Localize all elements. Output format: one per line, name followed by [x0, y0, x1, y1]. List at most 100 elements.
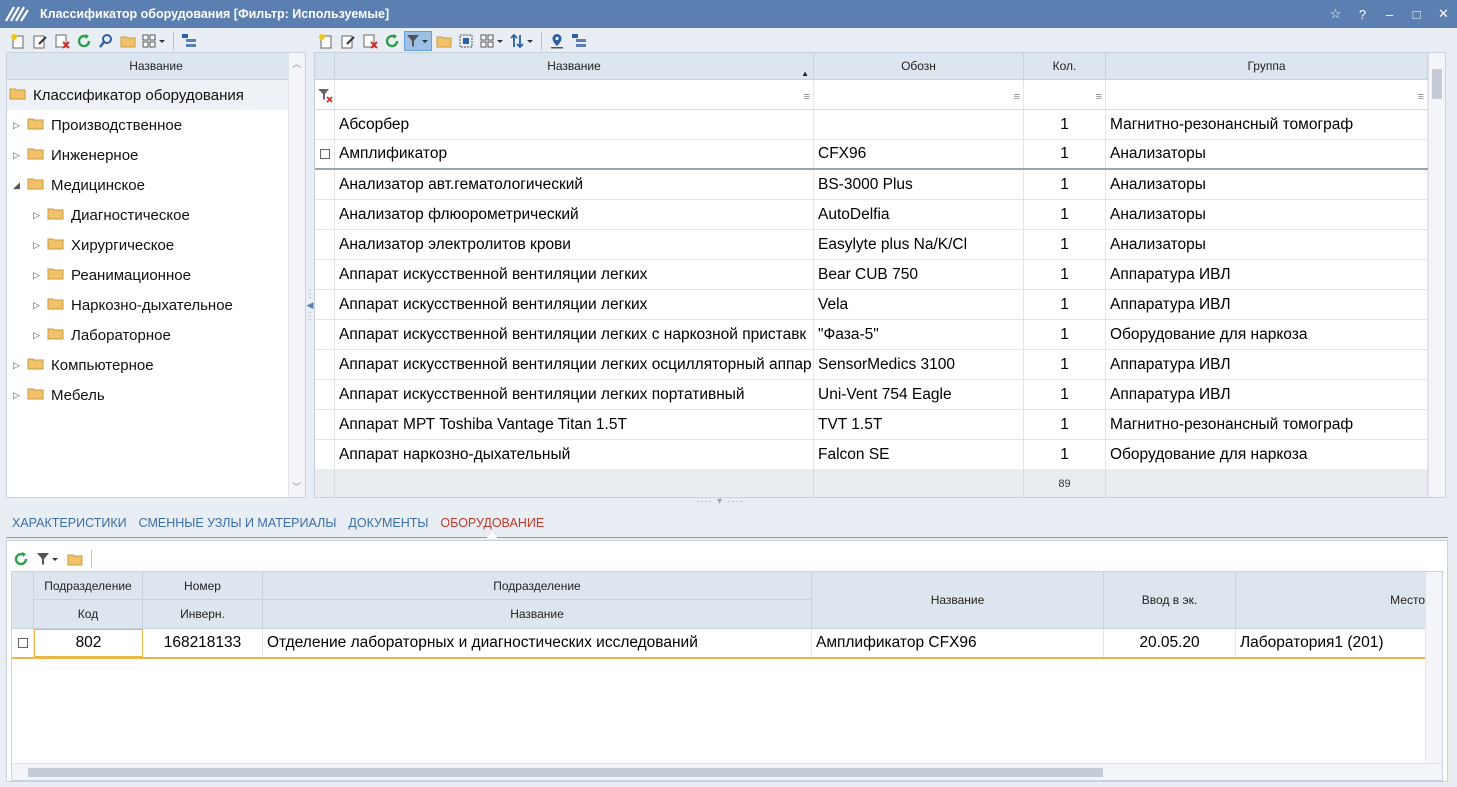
cell-qty[interactable]: 1 [1024, 110, 1106, 139]
tree-item[interactable]: ◢ Медицинское [13, 170, 145, 200]
cell-code[interactable]: CFX96 [814, 140, 1024, 168]
collapse-icon[interactable]: ◢ [13, 180, 27, 191]
table-row[interactable]: Аппарат искусственной вентиляции легких V… [315, 290, 1428, 320]
vertical-splitter[interactable]: ⋮ ◀ ⋮ [305, 52, 315, 498]
table-row[interactable]: Анализатор флюорометрический AutoDelfia 1 А… [315, 200, 1428, 230]
column-header-qty[interactable]: Кол. [1024, 53, 1106, 79]
select-area-icon[interactable] [456, 31, 476, 51]
cell-group[interactable]: Магнитно-резонансный томограф [1106, 410, 1428, 439]
cell-name[interactable]: Аппарат наркозно-дыхательный [335, 440, 814, 469]
row-indicator[interactable] [315, 320, 335, 349]
cell-group[interactable]: Аппаратура ИВЛ [1106, 380, 1428, 409]
tree-item[interactable]: ▷ Мебель [13, 380, 105, 410]
table-row[interactable]: Анализатор электролитов крови Easylyte pl… [315, 230, 1428, 260]
cell-group[interactable]: Оборудование для наркоза [1106, 320, 1428, 349]
cell-qty[interactable]: 1 [1024, 170, 1106, 199]
column-header-department-name[interactable]: Название [263, 600, 812, 629]
cell-name[interactable]: Аппарат искусственной вентиляции легких … [335, 350, 814, 379]
new-icon[interactable] [8, 31, 28, 51]
row-indicator[interactable] [315, 200, 335, 229]
cell-department[interactable]: Отделение лабораторных и диагностических… [263, 629, 812, 657]
filter-code[interactable]: ≡ [814, 80, 1024, 109]
row-indicator[interactable] [315, 440, 335, 469]
cell-code[interactable]: Bear CUB 750 [814, 260, 1024, 289]
close-button[interactable]: ✕ [1430, 0, 1457, 28]
delete-icon[interactable] [52, 31, 72, 51]
cell-qty[interactable]: 1 [1024, 380, 1106, 409]
filter-qty[interactable]: ≡ [1024, 80, 1106, 109]
column-header-name[interactable]: Название ▲ [335, 53, 814, 79]
cell-qty[interactable]: 1 [1024, 350, 1106, 379]
expand-icon[interactable]: ▷ [13, 390, 27, 401]
column-header-number[interactable]: Номер [143, 572, 263, 600]
cell-name[interactable]: Аппарат искусственной вентиляции легких [335, 260, 814, 289]
column-header-department[interactable]: Подразделение [263, 572, 812, 600]
table-row[interactable]: Аппарат искусственной вентиляции легких … [315, 350, 1428, 380]
favorite-button[interactable]: ☆ [1322, 0, 1349, 28]
tree-item[interactable]: ▷ Диагностическое [33, 200, 190, 230]
scroll-thumb[interactable] [1432, 69, 1442, 99]
folder-icon[interactable] [434, 31, 454, 51]
column-header-inventory[interactable]: Инверн. [143, 600, 263, 629]
help-button[interactable]: ? [1349, 0, 1376, 28]
cell-qty[interactable]: 1 [1024, 260, 1106, 289]
row-indicator[interactable] [315, 110, 335, 139]
tree-layout-icon[interactable] [179, 31, 199, 51]
cell-name[interactable]: Аппарат искусственной вентиляции легких [335, 290, 814, 319]
filter-group[interactable]: ≡ [1106, 80, 1428, 109]
filter-name[interactable]: ≡ [335, 80, 814, 109]
location-icon[interactable] [547, 31, 567, 51]
row-checkbox[interactable] [319, 149, 330, 159]
cell-equipment-name[interactable]: Амплификатор CFX96 [812, 629, 1104, 657]
tree-item[interactable]: ▷ Наркозно-дыхательное [33, 290, 233, 320]
table-row[interactable]: Аппарат искусственной вентиляции легких … [315, 380, 1428, 410]
cell-code[interactable]: 802 [34, 629, 143, 657]
tree-scrollbar[interactable]: ︿ ﹀ [288, 53, 305, 497]
panel-vertical-scrollbar[interactable] [1425, 572, 1442, 764]
row-indicator[interactable] [315, 410, 335, 439]
tree-layout-icon[interactable] [569, 31, 589, 51]
cell-inventory[interactable]: 168218133 [143, 629, 263, 657]
folder-icon[interactable] [118, 31, 138, 51]
expand-icon[interactable]: ▷ [13, 150, 27, 161]
expand-icon[interactable]: ▷ [13, 120, 27, 131]
cell-code[interactable]: BS-3000 Plus [814, 170, 1024, 199]
cell-group[interactable]: Оборудование для наркоза [1106, 440, 1428, 469]
row-indicator[interactable] [315, 380, 335, 409]
view-dropdown-icon[interactable] [478, 31, 506, 51]
cell-code[interactable]: SensorMedics 3100 [814, 350, 1024, 379]
cell-code[interactable]: "Фаза-5" [814, 320, 1024, 349]
minimize-button[interactable]: – [1376, 0, 1403, 28]
tree-item[interactable]: ▷ Компьютерное [13, 350, 154, 380]
filter-dropdown-icon[interactable] [34, 549, 62, 569]
expand-icon[interactable]: ▷ [33, 300, 47, 311]
expand-icon[interactable]: ▷ [33, 270, 47, 281]
refresh-icon[interactable] [382, 31, 402, 51]
tree-header[interactable]: Название [7, 53, 305, 80]
cell-name[interactable]: Абсорбер [335, 110, 814, 139]
cell-name[interactable]: Анализатор электролитов крови [335, 230, 814, 259]
horizontal-splitter[interactable]: ···· ▾ ···· [680, 496, 760, 507]
row-indicator[interactable] [315, 170, 335, 199]
cell-name[interactable]: Аппарат МРТ Toshiba Vantage Titan 1.5T [335, 410, 814, 439]
cell-code[interactable]: AutoDelfia [814, 200, 1024, 229]
table-row[interactable]: Абсорбер 1 Магнитно-резонансный томограф [315, 110, 1428, 140]
expand-icon[interactable]: ▷ [33, 240, 47, 251]
tab-replaceable-parts[interactable]: СМЕННЫЕ УЗЛЫ И МАТЕРИАЛЫ [133, 508, 343, 538]
cell-qty[interactable]: 1 [1024, 290, 1106, 319]
row-indicator[interactable] [315, 230, 335, 259]
column-header-code[interactable]: Обозн [814, 53, 1024, 79]
tree-item[interactable]: ▷ Инженерное [13, 140, 138, 170]
cell-name[interactable]: Амплификатор [335, 140, 814, 168]
folder-icon[interactable] [65, 549, 85, 569]
column-header-group[interactable]: Группа [1106, 53, 1428, 79]
cell-group[interactable]: Магнитно-резонансный томограф [1106, 110, 1428, 139]
tab-equipment[interactable]: ОБОРУДОВАНИЕ [434, 508, 550, 539]
expand-icon[interactable]: ▷ [33, 330, 47, 341]
cell-group[interactable]: Анализаторы [1106, 170, 1428, 199]
table-row[interactable]: Аппарат МРТ Toshiba Vantage Titan 1.5T TV… [315, 410, 1428, 440]
cell-code[interactable] [814, 110, 1024, 139]
column-header-dept-code[interactable]: Код [34, 600, 143, 629]
cell-code[interactable]: Falcon SE [814, 440, 1024, 469]
column-header-dept-top[interactable]: Подразделение [34, 572, 143, 600]
